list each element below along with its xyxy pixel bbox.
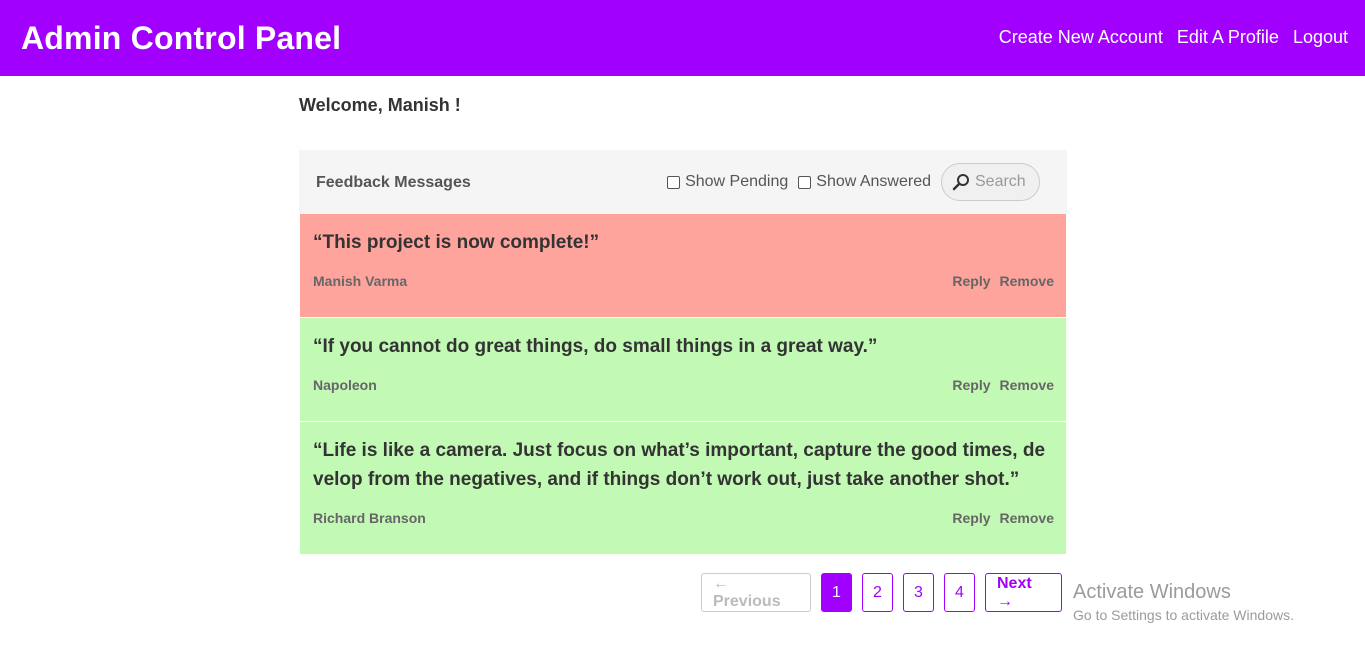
- page-1-button[interactable]: 1: [821, 573, 852, 612]
- nav-logout-link[interactable]: Logout: [1293, 27, 1348, 48]
- message-author: Napoleon: [313, 377, 377, 393]
- next-page-button[interactable]: Next →: [985, 573, 1062, 612]
- previous-page-button[interactable]: ← Previous: [701, 573, 811, 612]
- reply-link[interactable]: Reply: [952, 377, 990, 393]
- watermark-subtitle: Go to Settings to activate Windows.: [1073, 607, 1294, 623]
- top-navbar: Admin Control Panel Create New Account E…: [0, 0, 1365, 76]
- checkbox-box[interactable]: [798, 175, 812, 189]
- message-author: Manish Varma: [313, 273, 408, 289]
- checkbox-label: Show Pending: [685, 173, 789, 190]
- feedback-message: “If you cannot do great things, do small…: [300, 318, 1066, 422]
- message-text: “Life is like a camera. Just focus on wh…: [313, 440, 1046, 490]
- search-icon: [952, 174, 969, 191]
- windows-activation-watermark: Activate Windows Go to Settings to activ…: [1073, 581, 1294, 623]
- pagination: ← Previous 1 2 3 4 Next →: [701, 573, 1062, 612]
- nav-edit-profile-link[interactable]: Edit A Profile: [1177, 27, 1279, 48]
- message-meta: Napoleon Reply Remove: [313, 377, 1054, 393]
- page-4-button[interactable]: 4: [944, 573, 975, 612]
- message-actions: Reply Remove: [952, 377, 1054, 393]
- checkbox-label: Show Answered: [816, 173, 931, 190]
- remove-link[interactable]: Remove: [1000, 510, 1054, 526]
- message-author: Richard Branson: [313, 510, 426, 526]
- page-3-button[interactable]: 3: [903, 573, 934, 612]
- remove-link[interactable]: Remove: [1000, 377, 1054, 393]
- search-input[interactable]: Search: [941, 163, 1040, 201]
- nav-create-account-link[interactable]: Create New Account: [999, 27, 1163, 48]
- filter-bar: Show Pending Show Answered Search: [667, 163, 1040, 201]
- panel-title: Feedback Messages: [316, 174, 471, 191]
- feedback-message: “Life is like a camera. Just focus on wh…: [300, 422, 1066, 555]
- welcome-message: Welcome, Manish !: [299, 95, 461, 115]
- message-meta: Manish Varma Reply Remove: [313, 273, 1054, 289]
- top-nav: Create New Account Edit A Profile Logout: [999, 27, 1348, 48]
- checkbox-box[interactable]: [667, 175, 681, 189]
- message-meta: Richard Branson Reply Remove: [313, 510, 1054, 526]
- reply-link[interactable]: Reply: [952, 510, 990, 526]
- message-text: “If you cannot do great things, do small…: [313, 336, 878, 357]
- message-actions: Reply Remove: [952, 273, 1054, 289]
- page-2-button[interactable]: 2: [862, 573, 893, 612]
- feedback-message: “This project is now complete!” Manish V…: [300, 214, 1066, 318]
- watermark-title: Activate Windows: [1073, 581, 1231, 603]
- app-title: Admin Control Panel: [21, 20, 342, 56]
- panel-header: Feedback Messages Show Pending Show Answ…: [299, 150, 1067, 214]
- remove-link[interactable]: Remove: [1000, 273, 1054, 289]
- search-placeholder: Search: [975, 173, 1026, 190]
- feedback-panel: Feedback Messages Show Pending Show Answ…: [299, 150, 1067, 555]
- message-actions: Reply Remove: [952, 510, 1054, 526]
- show-answered-checkbox[interactable]: Show Answered: [798, 173, 931, 191]
- reply-link[interactable]: Reply: [952, 273, 990, 289]
- show-pending-checkbox[interactable]: Show Pending: [667, 173, 788, 191]
- message-text: “This project is now complete!”: [313, 232, 600, 253]
